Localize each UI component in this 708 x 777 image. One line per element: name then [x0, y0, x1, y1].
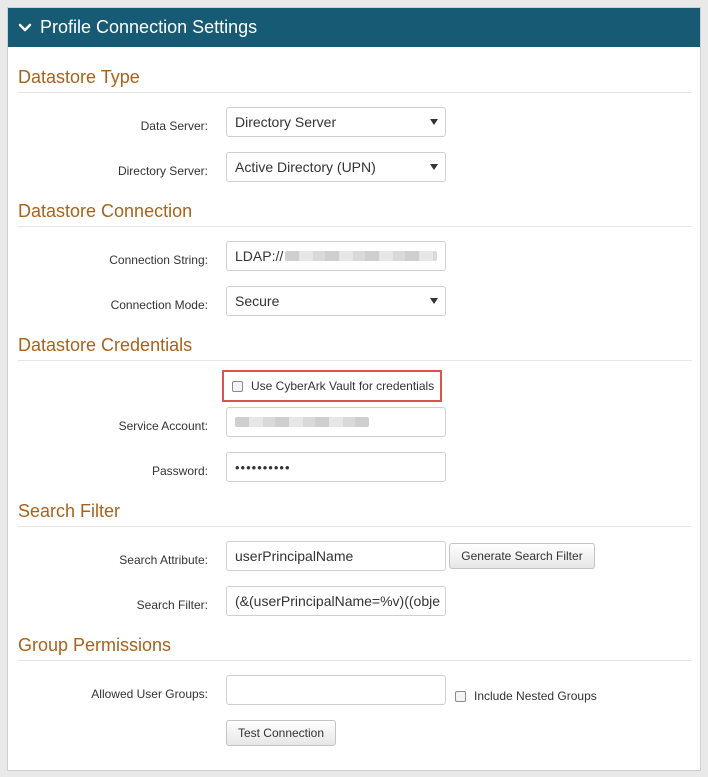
include-nested-groups-label: Include Nested Groups [474, 689, 597, 703]
connection-string-label: Connection String: [109, 253, 208, 267]
search-filter-label: Search Filter: [136, 598, 208, 612]
connection-mode-select[interactable]: Secure [226, 286, 446, 316]
redacted-text [285, 251, 437, 261]
search-filter-value: (&(userPrincipalName=%v)((obje [235, 593, 441, 609]
data-server-value: Directory Server [235, 114, 337, 130]
directory-server-value: Active Directory (UPN) [235, 159, 376, 175]
connection-string-value: LDAP:// [235, 248, 284, 264]
search-attribute-input[interactable]: userPrincipalName [226, 541, 446, 571]
directory-server-label: Directory Server: [117, 164, 208, 178]
panel-title: Profile Connection Settings [40, 17, 258, 37]
service-account-label: Service Account: [118, 419, 208, 433]
dropdown-caret-icon [430, 298, 438, 304]
section-title-datastore-type: Datastore Type [18, 67, 692, 93]
connection-mode-value: Secure [235, 293, 280, 309]
data-server-select[interactable]: Directory Server [226, 107, 446, 137]
section-title-datastore-credentials: Datastore Credentials [18, 335, 692, 361]
search-attribute-label: Search Attribute: [119, 553, 208, 567]
section-title-datastore-connection: Datastore Connection [18, 201, 692, 227]
use-vault-checkbox[interactable] [232, 380, 243, 392]
dropdown-caret-icon [430, 164, 438, 170]
generate-search-filter-button[interactable]: Generate Search Filter [449, 543, 595, 569]
service-account-input[interactable] [226, 407, 446, 437]
profile-connection-settings-panel: Profile Connection Settings Datastore Ty… [7, 7, 701, 771]
use-vault-label: Use CyberArk Vault for credentials [251, 379, 435, 393]
allowed-user-groups-input[interactable] [226, 675, 446, 705]
dropdown-caret-icon [430, 119, 438, 125]
section-title-search-filter: Search Filter [18, 501, 692, 527]
panel-header[interactable]: Profile Connection Settings [8, 8, 700, 47]
include-nested-groups-row[interactable]: Include Nested Groups [455, 689, 597, 703]
password-value: •••••••••• [235, 459, 291, 475]
chevron-down-icon[interactable] [18, 21, 32, 35]
redacted-text [235, 417, 369, 427]
data-server-label: Data Server: [140, 119, 208, 133]
password-input[interactable]: •••••••••• [226, 452, 446, 482]
connection-string-input[interactable]: LDAP:// [226, 241, 446, 271]
allowed-user-groups-label: Allowed User Groups: [91, 687, 208, 701]
test-connection-button[interactable]: Test Connection [226, 720, 336, 746]
use-vault-checkbox-row[interactable]: Use CyberArk Vault for credentials [222, 370, 443, 402]
section-title-group-permissions: Group Permissions [18, 635, 692, 661]
password-label: Password: [151, 464, 208, 478]
search-attribute-value: userPrincipalName [235, 548, 354, 564]
search-filter-input[interactable]: (&(userPrincipalName=%v)((obje [226, 586, 446, 616]
directory-server-select[interactable]: Active Directory (UPN) [226, 152, 446, 182]
include-nested-groups-checkbox[interactable] [455, 690, 466, 702]
connection-mode-label: Connection Mode: [110, 298, 208, 312]
